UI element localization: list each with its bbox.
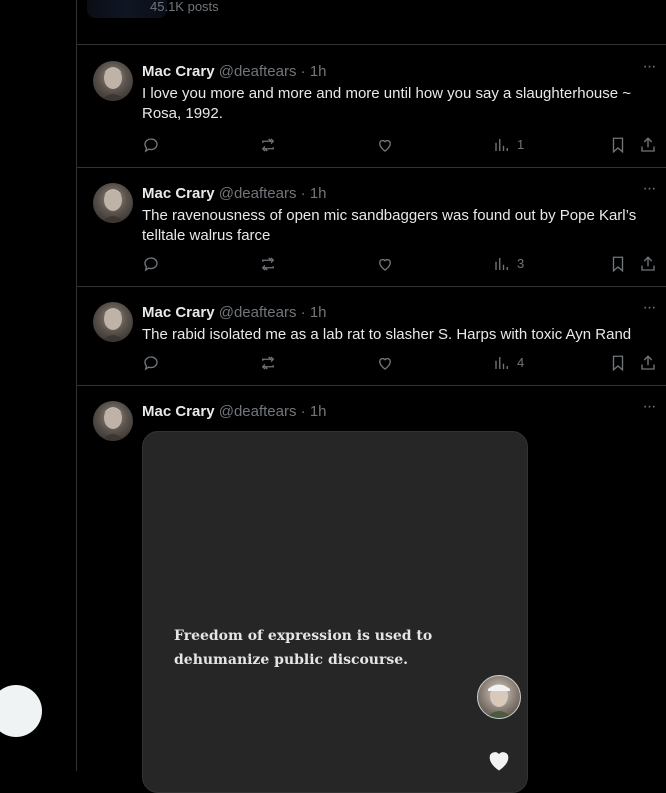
display-name[interactable]: Mac Crary [142,403,215,420]
post-compose-button[interactable] [0,685,42,737]
timeline: 45.1K posts Mac Crary @deaftears · 1h ··… [76,0,666,793]
repost-icon [261,356,275,370]
repost-icon [261,257,275,271]
tweet-header: Mac Crary @deaftears · 1h [142,402,327,422]
media-quote-text: Freedom of expression is used to dehuman… [174,628,433,668]
views-count: 3 [517,256,525,271]
separator-dot: · [300,403,306,420]
bookmark-button[interactable] [609,135,627,155]
reply-button[interactable] [142,135,160,155]
timestamp[interactable]: 1h [310,63,327,80]
views-button[interactable]: 3 [493,254,524,274]
tweet-text: I love you more and more and more until … [142,85,632,122]
avatar[interactable] [93,61,133,101]
repost-button[interactable] [259,254,277,274]
tweet[interactable]: Mac Crary @deaftears · 1h ··· The raveno… [77,167,666,287]
heart-icon [489,752,509,771]
heart-icon [379,258,391,271]
views-count: 4 [517,355,525,370]
handle[interactable]: @deaftears [219,63,297,80]
reply-icon [144,356,158,371]
repost-icon [261,138,275,152]
bookmark-button[interactable] [609,353,627,373]
share-icon [641,137,655,152]
bookmark-icon [612,256,624,273]
like-button[interactable] [376,353,394,373]
reply-icon [144,138,158,153]
timestamp[interactable]: 1h [310,403,327,420]
tweet[interactable]: Mac Crary @deaftears · 1h ··· Freedom of… [77,385,666,793]
bookmark-button[interactable] [609,254,627,274]
display-name[interactable]: Mac Crary [142,304,215,321]
avatar[interactable] [93,401,133,441]
reply-icon [144,257,158,272]
tweet-header: Mac Crary @deaftears · 1h [142,303,327,323]
tweet-header: Mac Crary @deaftears · 1h [142,184,327,204]
avatar[interactable] [93,183,133,223]
display-name[interactable]: Mac Crary [142,63,215,80]
handle[interactable]: @deaftears [219,304,297,321]
share-button[interactable] [639,135,657,155]
like-button[interactable] [376,254,394,274]
handle[interactable]: @deaftears [219,403,297,420]
display-name[interactable]: Mac Crary [142,185,215,202]
tweet[interactable]: Mac Crary @deaftears · 1h ··· I love you… [77,45,666,168]
timestamp[interactable]: 1h [310,304,327,321]
analytics-icon [495,258,508,270]
media-author-avatar [477,675,521,719]
bookmark-icon [612,355,624,372]
separator-dot: · [300,63,306,80]
bookmark-icon [612,137,624,154]
repost-button[interactable] [259,135,277,155]
views-count: 1 [517,137,525,152]
share-button[interactable] [639,353,657,373]
repost-button[interactable] [259,353,277,373]
views-button[interactable]: 4 [493,353,524,373]
analytics-icon [495,357,508,369]
share-icon [641,256,655,271]
tweet-actions: 4 [142,353,666,373]
tweet-actions: 3 [142,254,666,274]
posts-count: 45.1K posts [150,0,219,14]
tweet-text: The ravenousness of open mic sandbaggers… [142,207,637,244]
heart-icon [379,357,391,370]
more-options-button[interactable]: ··· [639,300,659,321]
more-options-button[interactable]: ··· [639,181,659,202]
tweet[interactable]: Mac Crary @deaftears · 1h ··· The rabid … [77,286,666,386]
tweet-media-image[interactable]: Freedom of expression is used to dehuman… [142,431,528,793]
avatar[interactable] [93,302,133,342]
reply-button[interactable] [142,254,160,274]
handle[interactable]: @deaftears [219,185,297,202]
share-button[interactable] [639,254,657,274]
reply-button[interactable] [142,353,160,373]
profile-header-strip: 45.1K posts [77,0,666,45]
views-button[interactable]: 1 [493,135,524,155]
heart-icon [379,139,391,152]
more-options-button[interactable]: ··· [639,399,659,420]
left-sidebar [0,0,76,771]
separator-dot: · [300,185,306,202]
tweet-text: The rabid isolated me as a lab rat to sl… [142,326,632,343]
more-options-button[interactable]: ··· [639,59,659,80]
analytics-icon [495,139,508,151]
separator-dot: · [300,304,306,321]
like-button[interactable] [376,135,394,155]
timestamp[interactable]: 1h [310,185,327,202]
share-icon [641,355,655,370]
tweet-actions: 1 [142,135,666,155]
tweet-header: Mac Crary @deaftears · 1h [142,62,327,82]
